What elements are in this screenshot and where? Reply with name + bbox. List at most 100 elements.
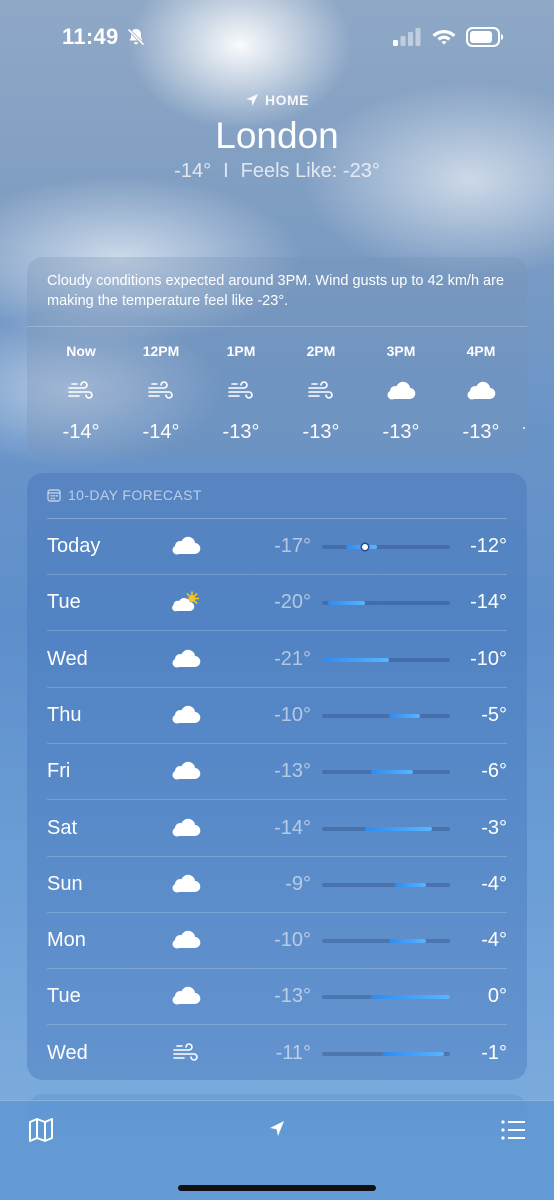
forecast-day: Tue — [47, 591, 81, 614]
hour-label: 12PM — [142, 343, 180, 359]
forecast-low: -20° — [274, 591, 311, 614]
temp-range-fill — [389, 939, 426, 944]
hour-label: 4PM — [466, 343, 496, 359]
current-temp: -14° — [174, 160, 212, 182]
forecast-row[interactable]: Wed -11° -1° — [27, 1026, 527, 1082]
hour-label: Now — [66, 343, 96, 359]
forecast-low: -11° — [275, 1041, 311, 1064]
hour-item: 4PM -13° — [441, 343, 521, 444]
forecast-high: 0° — [487, 985, 507, 1008]
forecast-day: Thu — [47, 703, 82, 726]
forecast-day: Sun — [47, 872, 83, 895]
forecast-high: -6° — [481, 760, 507, 783]
forecast-low: -10° — [274, 929, 311, 952]
hour-temp: -13° — [462, 421, 500, 443]
hourly-forecast-card[interactable]: Cloudy conditions expected around 3PM. W… — [27, 257, 527, 457]
temp-range-fill — [322, 657, 390, 662]
forecast-row[interactable]: Sun -9° -4° — [27, 857, 527, 913]
forecast-row[interactable]: Fri -13° -6° — [27, 744, 527, 801]
forecast-header: 10-DAY FORECAST — [47, 487, 202, 503]
location-arrow-icon[interactable] — [268, 1119, 286, 1139]
forecast-row[interactable]: Sat -14° -3° — [27, 801, 527, 857]
hour-temp: -13° — [222, 421, 260, 443]
temp-range-bar — [322, 882, 450, 887]
forecast-low: -13° — [274, 985, 311, 1008]
forecast-low: -9° — [285, 872, 311, 895]
hour-temp: -13° — [302, 421, 340, 443]
forecast-row[interactable]: Thu -10° -5° — [27, 688, 527, 744]
forecast-high: -10° — [470, 647, 507, 670]
temp-range-bar — [322, 657, 450, 662]
status-time: 11:49 — [62, 24, 119, 49]
forecast-day: Tue — [47, 985, 81, 1008]
forecast-high: -3° — [481, 816, 507, 839]
hour-item: 3PM -13° — [361, 343, 441, 444]
forecast-low: -13° — [274, 760, 311, 783]
location-arrow-icon — [246, 94, 258, 106]
calendar-icon — [47, 489, 61, 502]
cloud-icon — [361, 371, 441, 411]
temp-range-bar — [322, 995, 450, 1000]
forecast-day: Wed — [47, 647, 88, 670]
hour-item: 12PM -14° — [121, 343, 201, 444]
forecast-low: -10° — [274, 703, 311, 726]
forecast-day: Wed — [47, 1041, 88, 1064]
forecast-title: 10-DAY FORECAST — [68, 487, 202, 503]
forecast-high: -5° — [481, 703, 507, 726]
temp-range-fill — [328, 601, 365, 606]
forecast-day: Mon — [47, 929, 86, 952]
cloud-icon — [171, 815, 201, 841]
cloud-icon — [441, 371, 521, 411]
conditions-summary: Cloudy conditions expected around 3PM. W… — [27, 257, 527, 327]
feels-like: Feels Like: -23° — [240, 160, 380, 182]
map-icon[interactable] — [28, 1117, 54, 1143]
hour-label: 2PM — [306, 343, 336, 359]
hour-label: 3PM — [386, 343, 416, 359]
forecast-high: -4° — [481, 872, 507, 895]
cloud-icon — [171, 702, 201, 728]
hourly-strip[interactable]: Now -14° 12PM -14° 1PM -13° 2PM -13° 3PM… — [41, 343, 521, 444]
forecast-row[interactable]: Today -17° -12° — [27, 519, 527, 575]
forecast-day: Fri — [47, 760, 71, 783]
cloud-icon — [171, 927, 201, 953]
forecast-row[interactable]: Wed -21° -10° — [27, 632, 527, 688]
current-temp-marker — [361, 544, 368, 550]
hour-label: 1PM — [226, 343, 256, 359]
forecast-row[interactable]: Tue -20° -14° — [27, 575, 527, 632]
temp-range-fill — [364, 826, 432, 831]
cloud-icon — [171, 983, 201, 1009]
bell-slash-icon — [127, 28, 145, 46]
wind-icon — [201, 371, 281, 411]
hour-item: 1PM -13° — [201, 343, 281, 444]
bottom-toolbar — [0, 1100, 554, 1200]
forecast-high: -1° — [481, 1041, 507, 1064]
temp-range-fill — [370, 770, 414, 775]
forecast-low: -14° — [274, 816, 311, 839]
hour-temp: -14° — [62, 421, 100, 443]
forecast-day: Today — [47, 535, 101, 557]
temp-range-bar — [322, 544, 450, 550]
temp-range-bar — [322, 713, 450, 718]
forecast-row[interactable]: Mon -10° -4° — [27, 913, 527, 970]
city-name: London — [215, 115, 339, 156]
cellular-signal-icon — [393, 28, 421, 46]
temp-range-bar — [322, 939, 450, 944]
wind-icon — [171, 1040, 201, 1066]
list-icon[interactable] — [500, 1118, 526, 1142]
wind-icon — [281, 371, 361, 411]
wifi-icon — [432, 30, 456, 45]
ten-day-forecast-card: 10-DAY FORECAST Today -17° -12° Tue -20°… — [27, 473, 527, 1080]
temp-range-bar — [322, 1051, 450, 1056]
home-indicator[interactable] — [178, 1185, 376, 1191]
status-bar: 11:49 — [0, 0, 554, 70]
wind-icon — [121, 371, 201, 411]
temp-range-bar — [322, 601, 450, 606]
forecast-high: -12° — [470, 535, 507, 557]
battery-icon — [466, 27, 504, 47]
temp-range-fill — [370, 995, 450, 1000]
forecast-row[interactable]: Tue -13° 0° — [27, 969, 527, 1026]
temp-subline: -14° I Feels Like: -23° — [0, 160, 554, 183]
cloud-icon — [171, 646, 201, 672]
hourly-more-indicator: · — [521, 417, 527, 437]
subline-separator: I — [223, 160, 229, 182]
